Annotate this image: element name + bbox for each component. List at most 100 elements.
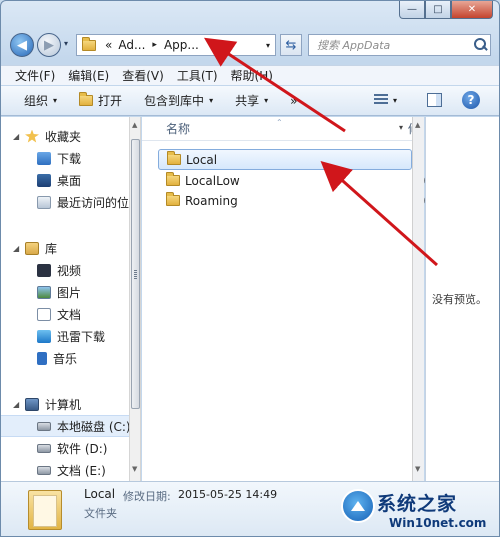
collapse-arrow-icon[interactable]: ◢ <box>13 244 25 253</box>
file-row-locallow[interactable]: LocalLow 20 <box>158 170 431 191</box>
minimize-button[interactable]: — <box>399 1 425 19</box>
menu-edit[interactable]: 编辑(E) <box>68 67 109 84</box>
column-filter-dropdown[interactable]: ▾ <box>399 123 403 132</box>
menu-view[interactable]: 查看(V) <box>122 67 164 84</box>
hard-drive-icon <box>37 465 51 475</box>
address-bar[interactable]: « Ad... ▸ App... ▾ <box>76 34 276 56</box>
file-row-local[interactable]: Local 20 <box>158 149 432 170</box>
computer-label: 计算机 <box>45 397 82 412</box>
site-logo-icon <box>341 489 375 523</box>
computer-header[interactable]: ◢ 计算机 <box>1 393 129 415</box>
pictures-icon <box>37 285 51 299</box>
sidebar-item-label: 视频 <box>57 263 82 278</box>
share-button[interactable]: 共享 ▾ <box>235 92 268 109</box>
music-note-icon <box>37 351 47 365</box>
view-list-icon <box>374 94 388 106</box>
back-button[interactable]: ◀ <box>10 33 34 57</box>
forward-button[interactable]: ▶ <box>37 33 61 57</box>
maximize-button[interactable]: □ <box>425 1 451 19</box>
sidebar-item-xunlei[interactable]: 迅雷下载 <box>1 325 129 347</box>
chevron-down-icon: ▾ <box>209 96 214 105</box>
sidebar-item-recent[interactable]: 最近访问的位 <box>1 191 129 213</box>
organize-button[interactable]: 组织 ▾ <box>24 92 57 109</box>
libraries-header[interactable]: ◢ 库 <box>1 237 129 259</box>
back-arrow-icon: ◀ <box>17 37 27 53</box>
menu-bar: 文件(F) 编辑(E) 查看(V) 工具(T) 帮助(H) <box>1 65 499 85</box>
navigation-bar: ◀ ▶ ▾ « Ad... ▸ App... ▾ ⇆ 搜索 AppData <box>1 29 499 61</box>
breadcrumb-chevron-icon[interactable]: ▸ <box>152 40 157 50</box>
site-watermark: 系统之家 Win10net.com <box>337 489 499 535</box>
collapse-arrow-icon[interactable]: ◢ <box>13 132 25 141</box>
breadcrumb-overflow[interactable]: « <box>105 38 112 52</box>
scroll-down-arrow-icon[interactable]: ▼ <box>415 465 420 473</box>
sidebar-item-drive-c[interactable]: 本地磁盘 (C:) <box>1 415 129 437</box>
favorites-label: 收藏夹 <box>45 129 82 144</box>
sidebar-item-pictures[interactable]: 图片 <box>1 281 129 303</box>
preview-pane-toggle-icon[interactable] <box>427 93 442 107</box>
star-icon <box>25 129 39 143</box>
navigation-pane-scrollbar[interactable]: ▲ ▼ <box>129 117 141 481</box>
address-dropdown[interactable]: ▾ <box>266 41 270 50</box>
chevron-down-icon: ▾ <box>264 96 269 105</box>
sidebar-item-videos[interactable]: 视频 <box>1 259 129 281</box>
search-icon[interactable] <box>470 35 490 55</box>
column-header: ⌃ 名称 ▾ 修 <box>142 117 420 141</box>
details-modified-value: 2015-05-25 14:49 <box>178 488 278 501</box>
include-in-library-button[interactable]: 包含到库中 ▾ <box>144 92 213 109</box>
breadcrumb-segment-2[interactable]: App... <box>164 38 199 52</box>
folder-icon <box>166 172 180 186</box>
explorer-window: — □ ✕ ◀ ▶ ▾ « Ad... ▸ App... ▾ ⇆ 搜索 AppD… <box>0 0 500 537</box>
chevron-down-icon: ▾ <box>393 95 398 105</box>
video-icon <box>37 263 51 277</box>
preview-pane: 没有预览。 <box>425 117 499 481</box>
computer-icon <box>25 397 39 411</box>
more-commands-icon: » <box>290 93 298 108</box>
sidebar-item-drive-d[interactable]: 软件 (D:) <box>1 437 129 459</box>
breadcrumb-segment-1[interactable]: Ad... <box>118 38 145 52</box>
recent-pages-dropdown[interactable]: ▾ <box>64 39 68 48</box>
file-list-scrollbar[interactable]: ▲ ▼ <box>412 117 424 481</box>
search-box[interactable]: 搜索 AppData <box>308 34 491 56</box>
include-in-library-label: 包含到库中 <box>144 94 205 108</box>
scroll-up-arrow-icon[interactable]: ▲ <box>415 121 420 129</box>
refresh-button[interactable]: ⇆ <box>280 34 302 56</box>
more-commands-button[interactable]: » <box>290 94 297 108</box>
sidebar-item-downloads[interactable]: 下载 <box>1 147 129 169</box>
libraries-group: ◢ 库 视频 图片 文档 迅雷下载 音乐 <box>1 237 129 369</box>
folder-icon <box>167 151 181 165</box>
close-button[interactable]: ✕ <box>451 1 493 19</box>
sidebar-item-music[interactable]: 音乐 <box>1 347 129 369</box>
menu-file[interactable]: 文件(F) <box>15 67 55 84</box>
navigation-pane: ◢ 收藏夹 下载 桌面 最近访问的位 ◢ 库 视频 图片 文档 迅雷下载 音乐 … <box>1 117 129 481</box>
sidebar-item-label: 桌面 <box>57 173 82 188</box>
sidebar-item-label: 下载 <box>57 151 82 166</box>
desktop-icon <box>37 173 51 187</box>
sidebar-item-label: 迅雷下载 <box>57 329 106 344</box>
favorites-header[interactable]: ◢ 收藏夹 <box>1 125 129 147</box>
organize-label: 组织 <box>24 94 49 108</box>
scrollbar-thumb[interactable] <box>131 139 140 409</box>
sidebar-item-drive-e[interactable]: 文档 (E:) <box>1 459 129 481</box>
help-icon[interactable]: ? <box>462 91 480 109</box>
watermark-url: Win10net.com <box>389 516 487 530</box>
library-icon <box>25 241 39 255</box>
file-row-roaming[interactable]: Roaming 20 <box>158 190 431 211</box>
column-name[interactable]: 名称 <box>142 120 190 137</box>
scroll-up-arrow-icon[interactable]: ▲ <box>132 121 137 129</box>
share-label: 共享 <box>235 94 260 108</box>
libraries-label: 库 <box>45 241 58 256</box>
menu-help[interactable]: 帮助(H) <box>231 67 273 84</box>
sidebar-item-label: 软件 (D:) <box>57 441 108 456</box>
scroll-down-arrow-icon[interactable]: ▼ <box>132 465 137 473</box>
sidebar-item-desktop[interactable]: 桌面 <box>1 169 129 191</box>
file-name: Local <box>186 152 218 167</box>
favorites-group: ◢ 收藏夹 下载 桌面 最近访问的位 <box>1 125 129 213</box>
open-button[interactable]: 打开 <box>79 92 122 109</box>
change-view-button[interactable]: ▾ <box>374 94 397 106</box>
selected-folder-icon <box>28 490 62 530</box>
menu-tools[interactable]: 工具(T) <box>177 67 218 84</box>
caption-buttons: — □ ✕ <box>399 1 493 19</box>
collapse-arrow-icon[interactable]: ◢ <box>13 400 25 409</box>
search-input[interactable]: 搜索 AppData <box>309 37 470 53</box>
sidebar-item-documents[interactable]: 文档 <box>1 303 129 325</box>
